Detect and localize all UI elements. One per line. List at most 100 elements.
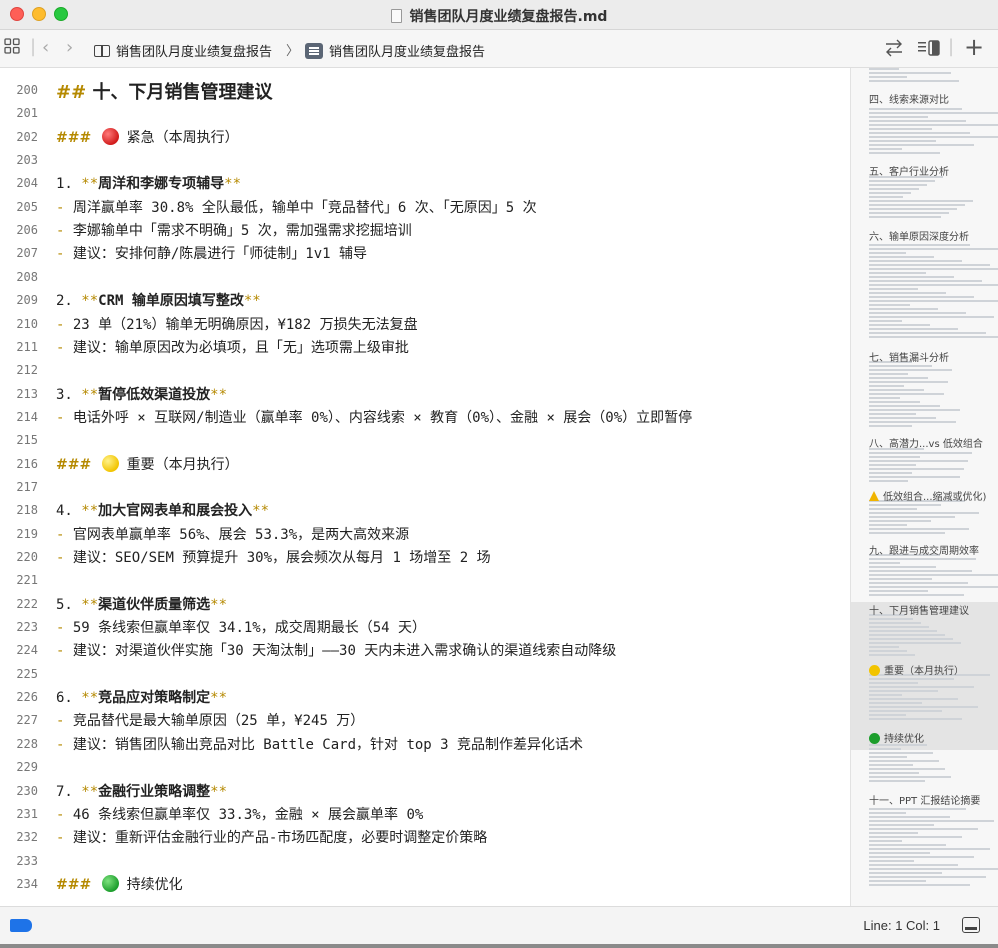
editor-line[interactable]: 205 - 周洋赢单率 30.8% 全队最低，输单中「竞品替代」6 次、「无原因…	[0, 195, 850, 218]
line-number: 234	[16, 876, 38, 891]
editor-line[interactable]: 207 - 建议：安排何静/陈晨进行「师徒制」1v1 辅导	[0, 241, 850, 264]
editor-line[interactable]: 212	[0, 358, 850, 381]
editor-line[interactable]: 209 2. **CRM 输单原因填写整改**	[0, 288, 850, 311]
editor-line[interactable]: 211 - 建议：输单原因改为必填项，且「无」选项需上级审批	[0, 335, 850, 358]
editor-line[interactable]: 201	[0, 101, 850, 124]
minimap-text-line	[869, 320, 902, 322]
minimap-text-line	[869, 332, 986, 334]
editor-line[interactable]: 234 ### 持续优化	[0, 872, 850, 895]
panel-toggle-icon[interactable]	[962, 917, 980, 933]
editor-line[interactable]: 219 - 官网表单赢单率 56%、展会 53.3%，是两大高效来源	[0, 522, 850, 545]
list-item-title: 金融行业策略调整	[98, 783, 211, 800]
editor-line[interactable]: 202 ### 紧急（本周执行）	[0, 125, 850, 148]
minimap-text-line	[869, 512, 979, 514]
editor-line[interactable]: 213 3. **暂停低效渠道投放**	[0, 382, 850, 405]
toolbar: | ‹ › 销售团队月度业绩复盘报告 〉 销售团队月度业绩复盘报告 | +	[0, 30, 998, 68]
minimap-section-label[interactable]: 持续优化	[869, 730, 924, 745]
title-bar: 销售团队月度业绩复盘报告.md	[0, 0, 998, 30]
minimap-section-text: 低效组合...缩减或优化)	[883, 492, 987, 503]
list-number: 7.	[56, 783, 73, 800]
tag-icon[interactable]	[10, 919, 32, 932]
minimap-text-line	[869, 630, 937, 632]
list-item-title: 加大官网表单和展会投入	[98, 503, 253, 520]
line-content: - 李娜输单中「需求不明确」5 次，需加强需求挖掘培训	[56, 220, 412, 240]
editor-line[interactable]: 232 - 建议：重新评估金融行业的产品-市场匹配度，必要时调整定价策略	[0, 825, 850, 848]
editor-line[interactable]: 208	[0, 265, 850, 288]
add-tab-button[interactable]: +	[964, 33, 984, 61]
editor-line[interactable]: 231 - 46 条线索但赢单率仅 33.3%，金融 × 展会赢单率 0%	[0, 802, 850, 825]
breadcrumb-file[interactable]: 销售团队月度业绩复盘报告	[305, 41, 485, 60]
editor-line[interactable]: 216 ### 重要（本月执行）	[0, 452, 850, 475]
line-number: 233	[16, 853, 38, 868]
swap-arrows-icon[interactable]	[884, 39, 904, 61]
editor-line[interactable]: 218 4. **加大官网表单和展会投入**	[0, 498, 850, 521]
minimap-text-line	[869, 480, 908, 482]
bullet-text: 建议：对渠道伙伴实施「30 天淘汰制」——30 天内未进入需求确认的渠道线索自动…	[72, 643, 617, 660]
line-content: ### 重要（本月执行）	[56, 454, 239, 474]
yellow-circle-icon	[869, 665, 880, 676]
minimap-section-label[interactable]: 四、线索来源对比	[869, 91, 949, 106]
bullet-text: 建议：SEO/SEM 预算提升 30%，展会频次从每月 1 场增至 2 场	[72, 550, 491, 566]
editor-line[interactable]: 228 - 建议：销售团队输出竞品对比 Battle Card，针对 top 3…	[0, 732, 850, 755]
bullet-text: 建议：重新评估金融行业的产品-市场匹配度，必要时调整定价策略	[72, 830, 488, 847]
toggle-preview-icon[interactable]	[918, 40, 940, 60]
minimap-text-line	[869, 212, 949, 214]
minimap-text-line	[869, 698, 958, 700]
minimap-text-line	[869, 132, 970, 134]
bold-mark: **	[81, 690, 99, 707]
editor-line[interactable]: 215	[0, 428, 850, 451]
minimap-text-line	[869, 524, 907, 526]
minimap-section-label[interactable]: 十、下月销售管理建议	[869, 602, 969, 617]
forward-chevron-icon[interactable]: ›	[66, 37, 73, 58]
minimap-section-label[interactable]: 低效组合...缩减或优化)	[869, 488, 986, 503]
editor-line[interactable]: 233	[0, 849, 850, 872]
minimap-section-label[interactable]: 五、客户行业分析	[869, 163, 949, 178]
minimap-text-line	[869, 718, 962, 720]
line-content: - 23 单（21%）输单无明确原因，¥182 万损失无法复盘	[56, 314, 418, 334]
editor-line[interactable]: 210 - 23 单（21%）输单无明确原因，¥182 万损失无法复盘	[0, 312, 850, 335]
editor-line[interactable]: 224 - 建议：对渠道伙伴实施「30 天淘汰制」——30 天内未进入需求确认的…	[0, 638, 850, 661]
editor-line[interactable]: 217	[0, 475, 850, 498]
grid-view-icon[interactable]	[4, 38, 20, 58]
bold-mark: **	[81, 596, 99, 613]
minimap-text-line	[869, 272, 926, 274]
line-number: 210	[16, 316, 38, 331]
minimap-text-line	[869, 365, 932, 367]
editor-line[interactable]: 200 ## 十、下月销售管理建议	[0, 78, 850, 103]
editor-line[interactable]: 220 - 建议：SEO/SEM 预算提升 30%，展会频次从每月 1 场增至 …	[0, 545, 850, 568]
minimap[interactable]: 四、线索来源对比 五、客户行业分析六、输单原因深度分析 七、销售漏斗分析八、高潜力.…	[850, 68, 998, 906]
bullet-dash: -	[56, 339, 65, 356]
line-content: 7. **金融行业策略调整**	[56, 781, 227, 801]
line-number: 226	[16, 690, 38, 705]
editor-line[interactable]: 203	[0, 148, 850, 171]
editor-line[interactable]: 223 - 59 条线索但赢单率仅 34.1%，成交周期最长（54 天）	[0, 615, 850, 638]
minimap-text-line	[869, 702, 922, 704]
editor-area[interactable]: 200 ## 十、下月销售管理建议 201 202 ### 紧急（本周执行） 203 204…	[0, 68, 850, 906]
editor-line[interactable]: 225	[0, 662, 850, 685]
editor-line[interactable]: 226 6. **竞品应对策略制定**	[0, 685, 850, 708]
minimap-text-line	[869, 772, 919, 774]
bullet-text: 周洋赢单率 30.8% 全队最低，输单中「竞品替代」6 次、「无原因」5 次	[72, 199, 537, 216]
editor-line[interactable]: 204 1. **周洋和李娜专项辅导**	[0, 171, 850, 194]
editor-line[interactable]: 222 5. **渠道伙伴质量筛选**	[0, 592, 850, 615]
minimap-section-label[interactable]: 九、跟进与成交周期效率	[869, 542, 979, 557]
editor-line[interactable]: 227 - 竞品替代是最大输单原因（25 单，¥245 万）	[0, 708, 850, 731]
editor-line[interactable]: 230 7. **金融行业策略调整**	[0, 779, 850, 802]
editor-line[interactable]: 221	[0, 568, 850, 591]
minimap-section-label[interactable]: 七、销售漏斗分析	[869, 349, 949, 364]
editor-line[interactable]: 206 - 李娜输单中「需求不明确」5 次，需加强需求挖掘培训	[0, 218, 850, 241]
minimap-section-label[interactable]: 十一、PPT 汇报结论摘要	[869, 792, 980, 807]
back-chevron-icon[interactable]: ‹	[42, 37, 49, 58]
line-content: - 建议：重新评估金融行业的产品-市场匹配度，必要时调整定价策略	[56, 827, 487, 847]
editor-line[interactable]: 229	[0, 755, 850, 778]
line-number: 203	[16, 153, 38, 168]
heading-text: 持续优化	[126, 876, 183, 893]
editor-line[interactable]: 214 - 电话外呼 × 互联网/制造业（赢单率 0%）、内容线索 × 教育（0…	[0, 405, 850, 428]
minimap-text-line	[869, 884, 970, 886]
minimap-section-label[interactable]: 八、高潜力...vs 低效组合	[869, 435, 983, 450]
minimap-section-text: 八、高潜力...vs 低效组合	[869, 439, 983, 450]
minimap-section-label[interactable]: 重要（本月执行）	[869, 662, 964, 677]
breadcrumb-folder[interactable]: 销售团队月度业绩复盘报告	[94, 41, 272, 60]
minimap-section-label[interactable]: 六、输单原因深度分析	[869, 228, 969, 243]
minimap-text-line	[869, 622, 921, 624]
